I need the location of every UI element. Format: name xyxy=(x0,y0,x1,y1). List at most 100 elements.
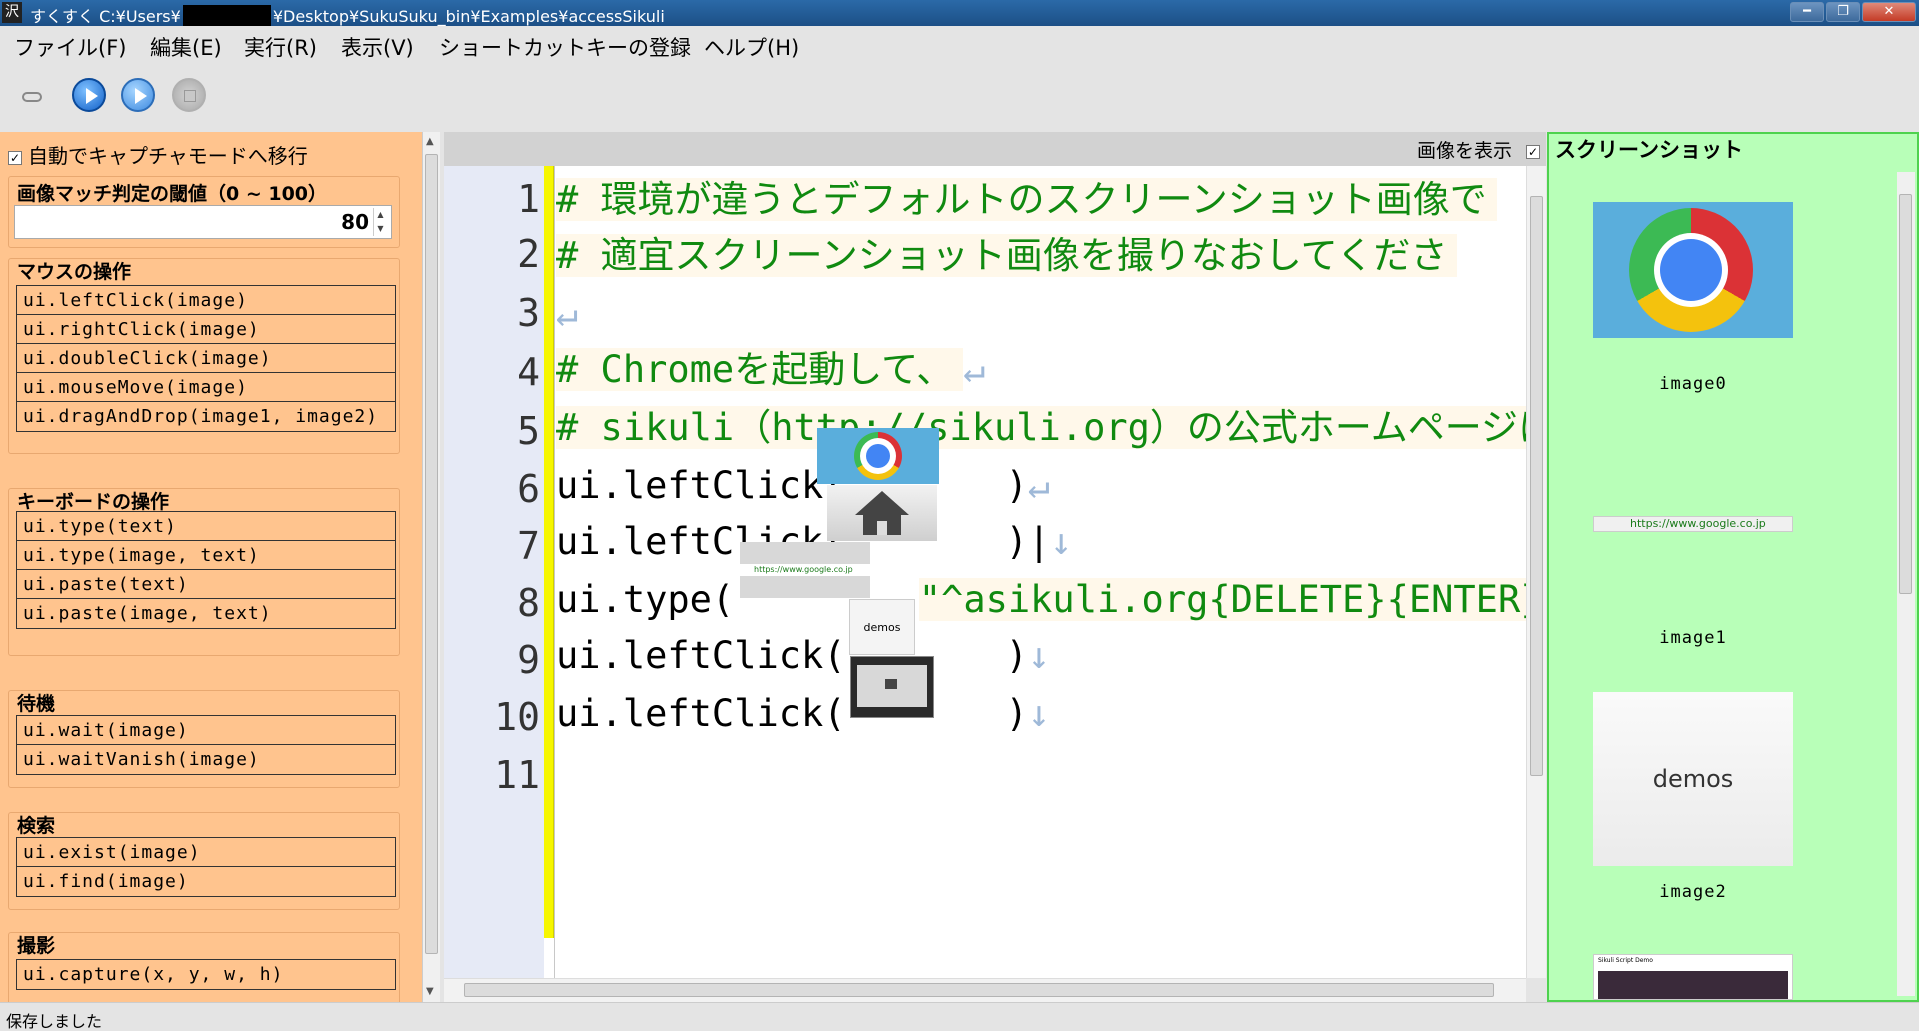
comment-text: # Chromeを起動して、 xyxy=(556,348,964,391)
type-image-text-button[interactable]: ui.type(image, text) xyxy=(16,540,396,571)
menu-view[interactable]: 表示(V) xyxy=(341,32,414,62)
menu-edit[interactable]: 編集(E) xyxy=(150,32,222,62)
close-button[interactable]: ✕ xyxy=(1862,2,1916,22)
code-text: ) xyxy=(1005,634,1028,677)
editor-hscroll-thumb[interactable] xyxy=(464,983,1494,997)
link-icon[interactable] xyxy=(22,92,42,102)
double-click-button[interactable]: ui.doubleClick(image) xyxy=(16,343,396,374)
find-button[interactable]: ui.find(image) xyxy=(16,866,396,897)
code-line-9[interactable]: ui.leftClick()↓ xyxy=(556,628,1050,684)
paste-image-text-button[interactable]: ui.paste(image, text) xyxy=(16,598,396,629)
left-click-button[interactable]: ui.leftClick(image) xyxy=(16,285,396,316)
paste-text-button[interactable]: ui.paste(text) xyxy=(16,569,396,600)
editor-vertical-scrollbar[interactable] xyxy=(1526,166,1546,978)
code-line-2[interactable]: # 適宜スクリーンショット画像を撮りなおしてくださ xyxy=(556,228,1458,284)
window-title: すくすく C:¥Users¥ ¥Desktop¥SukuSuku_bin¥Exam… xyxy=(30,3,665,27)
right-click-button[interactable]: ui.rightClick(image) xyxy=(16,314,396,345)
threshold-input[interactable]: 80 ▲ ▼ xyxy=(14,205,392,239)
left-scroll-thumb[interactable] xyxy=(425,154,438,954)
newline-mark: ↓ xyxy=(1027,692,1051,735)
code-line-5[interactable]: # sikuli（http://sikuli.org）の公式ホームページに xyxy=(556,400,1526,456)
code-text: )| xyxy=(1005,520,1051,563)
show-images-checkbox[interactable]: ✓ xyxy=(1526,144,1540,159)
screenshot-label: image2 xyxy=(1659,882,1727,902)
redacted-username xyxy=(182,5,271,27)
code-text: ui.leftClick( xyxy=(556,634,846,677)
line-number: 7 xyxy=(517,524,540,568)
stop-button[interactable] xyxy=(172,78,206,112)
url-image-thumbnail[interactable]: https://www.google.co.jp xyxy=(740,542,870,598)
newline-mark: ↵ xyxy=(556,292,579,335)
auto-capture-label: 自動でキャプチャモードへ移行 xyxy=(28,144,308,168)
maximize-button[interactable]: ❐ xyxy=(1826,2,1860,22)
function-panel: ✓ 自動でキャプチャモードへ移行 画像マッチ判定の閾値（0 ~ 100） 80 ▲… xyxy=(0,132,422,1002)
screenshot-panel-title: スクリーンショット xyxy=(1555,134,1743,164)
run-button[interactable] xyxy=(72,78,106,112)
chrome-logo-icon xyxy=(1629,208,1753,332)
code-text: ) xyxy=(1005,692,1028,735)
editor-vscroll-thumb[interactable] xyxy=(1530,196,1543,776)
menu-bar: ファイル(F) 編集(E) 実行(R) 表示(V) ショートカットキーの登録 ヘ… xyxy=(0,26,1919,62)
code-line-10[interactable]: ui.leftClick()↓ xyxy=(556,686,1050,742)
auto-capture-option[interactable]: ✓ 自動でキャプチャモードへ移行 xyxy=(8,140,308,169)
code-line-4[interactable]: # Chromeを起動して、 ↵ xyxy=(556,342,986,398)
scroll-up-icon[interactable]: ▲ xyxy=(426,136,434,147)
code-text: ui.type( xyxy=(556,578,735,621)
minimize-button[interactable]: ━ xyxy=(1790,2,1824,22)
toolbar xyxy=(0,62,1919,132)
screenshot-scrollbar[interactable] xyxy=(1897,172,1915,996)
search-group-title: 検索 xyxy=(17,815,56,837)
menu-help[interactable]: ヘルプ(H) xyxy=(704,32,799,62)
demos-image-thumbnail[interactable]: demos xyxy=(849,599,915,655)
show-images-option[interactable]: 画像を表示 ✓ xyxy=(1417,136,1540,163)
screenshot-image0[interactable] xyxy=(1593,202,1793,338)
screenshot-label: image1 xyxy=(1659,628,1727,648)
threshold-spinner[interactable]: ▲ ▼ xyxy=(373,208,387,236)
chrome-image-thumbnail[interactable] xyxy=(817,428,939,484)
line-number-gutter: 1 2 3 4 5 6 7 8 9 10 11 xyxy=(444,166,544,978)
type-text-button[interactable]: ui.type(text) xyxy=(16,511,396,542)
menu-file[interactable]: ファイル(F) xyxy=(14,32,126,62)
status-text: 保存しました xyxy=(6,1012,103,1031)
home-image-thumbnail[interactable] xyxy=(827,485,937,541)
line-number: 10 xyxy=(494,695,540,739)
video-image-thumbnail[interactable] xyxy=(850,656,934,718)
auto-capture-checkbox[interactable]: ✓ xyxy=(8,150,22,165)
mouse-move-button[interactable]: ui.mouseMove(image) xyxy=(16,372,396,403)
exist-button[interactable]: ui.exist(image) xyxy=(16,837,396,868)
comment-text: # 適宜スクリーンショット画像を撮りなおしてくださ xyxy=(556,234,1458,277)
screenshot-image3[interactable]: Sikuli Script Demo xyxy=(1593,954,1793,1000)
line-number: 4 xyxy=(517,350,540,394)
drag-and-drop-button[interactable]: ui.dragAndDrop(image1, image2) xyxy=(16,401,396,432)
scroll-down-icon[interactable]: ▼ xyxy=(426,986,434,997)
threshold-group: 画像マッチ判定の閾値（0 ~ 100） 80 ▲ ▼ xyxy=(8,176,400,248)
screenshot-image1[interactable]: https://www.google.co.jp xyxy=(1593,516,1793,532)
newline-mark: ↵ xyxy=(1027,464,1051,507)
left-panel-scrollbar[interactable]: ▲ ▼ xyxy=(422,132,440,1002)
code-line-6[interactable]: ui.leftClick()↵ xyxy=(556,458,1050,514)
screenshot-scroll-thumb[interactable] xyxy=(1899,194,1912,594)
wait-vanish-button[interactable]: ui.waitVanish(image) xyxy=(16,744,396,775)
keyboard-group: キーボードの操作 ui.type(text) ui.type(image, te… xyxy=(8,488,400,656)
newline-mark: ↓ xyxy=(1027,634,1051,677)
screenshot-image2[interactable]: demos xyxy=(1593,692,1793,866)
editor-horizontal-scrollbar[interactable] xyxy=(444,978,1526,1002)
capture-button[interactable]: ui.capture(x, y, w, h) xyxy=(16,959,396,990)
code-editor[interactable]: 1 2 3 4 5 6 7 8 9 10 11 # 環境が違うとデフォルトのスク… xyxy=(444,166,1526,978)
newline-mark: ↓ xyxy=(1050,520,1073,563)
line-number: 1 xyxy=(517,177,540,221)
code-line-3[interactable]: ↵ xyxy=(556,286,578,342)
screenshot-panel: スクリーンショット image0 https://www.google.co.j… xyxy=(1547,132,1919,1002)
menu-shortcut-registration[interactable]: ショートカットキーの登録 xyxy=(439,32,691,62)
code-line-8[interactable]: ui.type(, "^asikuli.org{DELETE}{ENTER}") xyxy=(556,572,1526,628)
chrome-logo-icon xyxy=(854,432,902,480)
video-play-icon xyxy=(885,679,897,689)
mouse-group: マウスの操作 ui.leftClick(image) ui.rightClick… xyxy=(8,258,400,454)
code-line-1[interactable]: # 環境が違うとデフォルトのスクリーンショット画像で xyxy=(556,172,1497,228)
window-title-suffix: ¥Desktop¥SukuSuku_bin¥Examples¥accessSik… xyxy=(272,7,665,26)
run-slow-button[interactable] xyxy=(121,78,155,112)
wait-group: 待機 ui.wait(image) ui.waitVanish(image) xyxy=(8,690,400,788)
menu-run[interactable]: 実行(R) xyxy=(244,32,317,62)
wait-button[interactable]: ui.wait(image) xyxy=(16,715,396,746)
title-bar: 沢 すくすく C:¥Users¥ ¥Desktop¥SukuSuku_bin¥Ex… xyxy=(0,0,1919,27)
